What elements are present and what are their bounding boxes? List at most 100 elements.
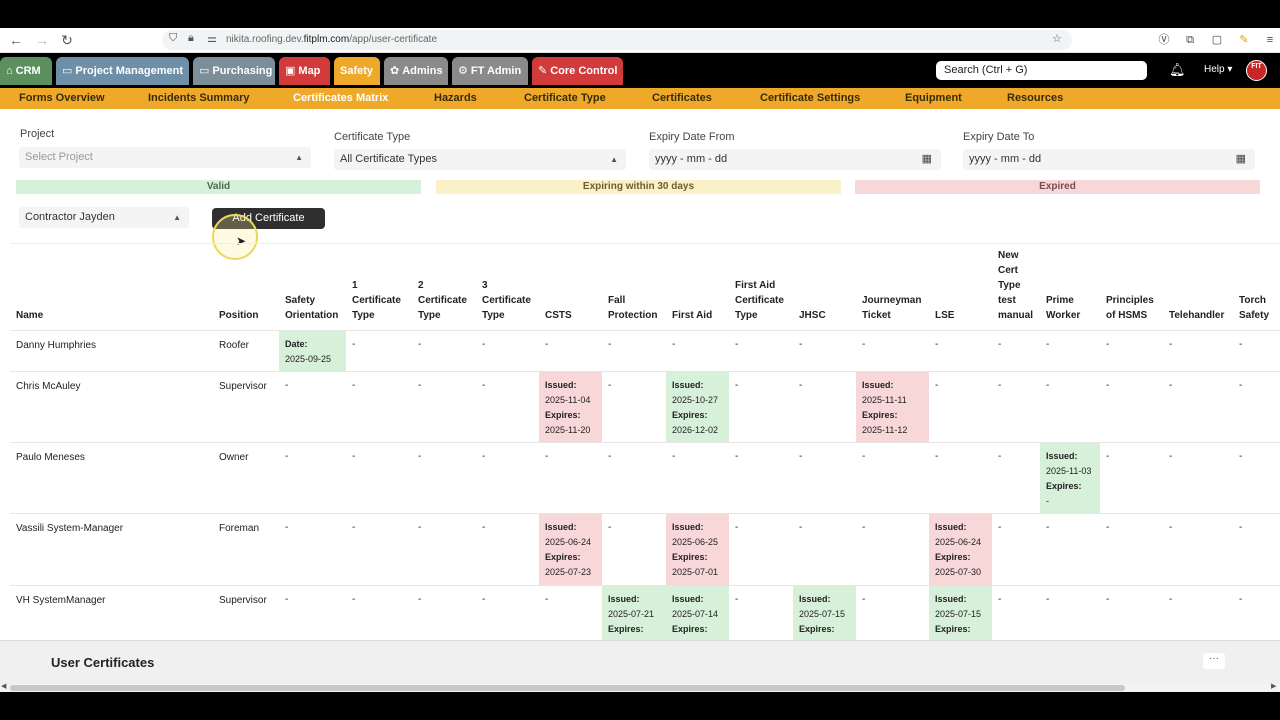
certificate-cell-empty[interactable]: -: [1233, 513, 1280, 586]
module-tab-ft-admin[interactable]: ⚙ FT Admin: [452, 57, 528, 85]
subnav-certificate-settings[interactable]: Certificate Settings: [760, 92, 860, 104]
subnav-certificate-type[interactable]: Certificate Type: [524, 92, 606, 104]
certificate-cell-empty[interactable]: -: [1040, 585, 1100, 640]
certificate-cell-empty[interactable]: -: [476, 371, 539, 443]
certificate-cell-expired[interactable]: Issued: 2025-06-25 Expires: 2025-07-01: [666, 513, 729, 586]
module-tab-purchasing[interactable]: ▭ Purchasing: [193, 57, 275, 85]
certificate-cell-empty[interactable]: -: [476, 442, 539, 514]
subnav-resources[interactable]: Resources: [1007, 92, 1063, 104]
extension-pen-icon[interactable]: ✎: [1237, 33, 1251, 47]
bookmark-star-icon[interactable]: ☆: [1052, 32, 1062, 45]
address-bar[interactable]: ⛉ 🔒︎ ⚌ nikita.roofing.dev.fitplm.com/app…: [162, 30, 1072, 50]
certificate-cell-empty[interactable]: -: [1163, 513, 1233, 586]
module-tab-core-control[interactable]: ✎ Core Control: [532, 57, 623, 85]
horizontal-scrollbar[interactable]: ◀ ▶: [0, 682, 1280, 692]
certificate-cell-empty[interactable]: -: [729, 371, 793, 443]
extension-puzzle-icon[interactable]: ⧉: [1183, 33, 1197, 47]
certificate-cell-empty[interactable]: -: [793, 442, 856, 514]
certificate-cell-empty[interactable]: -: [346, 442, 412, 514]
forward-icon[interactable]: →: [34, 32, 50, 48]
certificate-cell-empty[interactable]: -: [729, 585, 793, 640]
more-options-button[interactable]: ···: [1203, 653, 1225, 669]
certificate-cell-empty[interactable]: -: [729, 513, 793, 586]
expiry-to-input[interactable]: yyyy - mm - dd ▦: [963, 149, 1255, 170]
certificate-cell-empty[interactable]: -: [1040, 330, 1100, 372]
cert-type-select[interactable]: All Certificate Types ▲: [334, 149, 626, 170]
certificate-cell-empty[interactable]: -: [1100, 371, 1163, 443]
certificate-cell-valid[interactable]: Date: 2025-09-25: [279, 330, 346, 372]
certificate-cell-empty[interactable]: -: [412, 330, 476, 372]
certificate-cell-expired[interactable]: Issued: 2025-11-11 Expires: 2025-11-12: [856, 371, 929, 443]
back-icon[interactable]: ←: [8, 32, 24, 48]
extension-v-icon[interactable]: Ⓥ: [1157, 33, 1171, 47]
certificate-cell-valid[interactable]: Issued: 2025-11-03 Expires: -: [1040, 442, 1100, 514]
certificate-cell-empty[interactable]: -: [1100, 442, 1163, 514]
certificate-cell-empty[interactable]: -: [412, 442, 476, 514]
certificate-cell-empty[interactable]: -: [992, 330, 1040, 372]
certificate-cell-empty[interactable]: -: [279, 585, 346, 640]
certificate-cell-empty[interactable]: -: [602, 513, 666, 586]
certificate-cell-empty[interactable]: -: [1100, 330, 1163, 372]
certificate-cell-valid[interactable]: Issued: 2025-07-14 Expires:: [666, 585, 729, 640]
certificate-cell-empty[interactable]: -: [1040, 371, 1100, 443]
certificate-cell-empty[interactable]: -: [856, 330, 929, 372]
certificate-cell-empty[interactable]: -: [929, 330, 992, 372]
certificate-cell-empty[interactable]: -: [412, 371, 476, 443]
module-tab-admins[interactable]: ✿ Admins: [384, 57, 448, 85]
certificate-cell-empty[interactable]: -: [346, 585, 412, 640]
certificate-cell-valid[interactable]: Issued: 2025-07-15 Expires:: [793, 585, 856, 640]
certificate-cell-empty[interactable]: -: [1163, 371, 1233, 443]
certificate-cell-valid[interactable]: Issued: 2025-07-15 Expires:: [929, 585, 992, 640]
certificate-cell-empty[interactable]: -: [602, 371, 666, 443]
certificate-cell-empty[interactable]: -: [412, 585, 476, 640]
subnav-certificates[interactable]: Certificates: [652, 92, 712, 104]
certificate-cell-empty[interactable]: -: [279, 442, 346, 514]
certificate-cell-empty[interactable]: -: [1163, 585, 1233, 640]
scroll-right-icon[interactable]: ▶: [1271, 682, 1276, 690]
certificate-cell-empty[interactable]: -: [1163, 330, 1233, 372]
certificate-cell-empty[interactable]: -: [1163, 442, 1233, 514]
certificate-cell-empty[interactable]: -: [279, 513, 346, 586]
notifications-bell-icon[interactable]: 🔔︎: [1169, 62, 1186, 78]
module-tab-safety[interactable]: Safety: [334, 57, 380, 85]
scroll-left-icon[interactable]: ◀: [1, 682, 6, 690]
certificate-cell-empty[interactable]: -: [539, 442, 602, 514]
certificate-cell-empty[interactable]: -: [992, 513, 1040, 586]
project-select[interactable]: Select Project ▲: [19, 147, 311, 168]
certificate-cell-empty[interactable]: -: [929, 442, 992, 514]
site-settings-icon[interactable]: ⚌: [207, 32, 217, 45]
subnav-hazards[interactable]: Hazards: [434, 92, 477, 104]
certificate-cell-empty[interactable]: -: [1233, 585, 1280, 640]
module-tab-project-management[interactable]: ▭ Project Management: [56, 57, 189, 85]
certificate-cell-empty[interactable]: -: [476, 513, 539, 586]
certificate-cell-empty[interactable]: -: [476, 585, 539, 640]
certificate-cell-empty[interactable]: -: [856, 585, 929, 640]
certificate-cell-empty[interactable]: -: [412, 513, 476, 586]
subnav-certificates-matrix[interactable]: Certificates Matrix: [293, 92, 388, 104]
certificate-cell-empty[interactable]: -: [666, 442, 729, 514]
certificate-cell-empty[interactable]: -: [793, 513, 856, 586]
certificate-cell-empty[interactable]: -: [929, 371, 992, 443]
certificate-cell-empty[interactable]: -: [1100, 585, 1163, 640]
menu-icon[interactable]: ≡: [1263, 33, 1277, 47]
subnav-forms-overview[interactable]: Forms Overview: [19, 92, 105, 104]
certificate-cell-empty[interactable]: -: [856, 442, 929, 514]
certificate-cell-valid[interactable]: Issued: 2025-07-21 Expires:: [602, 585, 666, 640]
certificate-cell-valid[interactable]: Issued: 2025-10-27 Expires: 2026-12-02: [666, 371, 729, 443]
module-tab-crm[interactable]: ⌂ CRM: [0, 57, 52, 85]
certificate-cell-expired[interactable]: Issued: 2025-11-04 Expires: 2025-11-20: [539, 371, 602, 443]
certificate-cell-empty[interactable]: -: [992, 585, 1040, 640]
calendar-icon[interactable]: ▦: [922, 149, 932, 170]
certificate-cell-empty[interactable]: -: [1040, 513, 1100, 586]
certificate-cell-empty[interactable]: -: [346, 330, 412, 372]
certificate-cell-empty[interactable]: -: [729, 442, 793, 514]
certificate-cell-empty[interactable]: -: [856, 513, 929, 586]
certificate-cell-empty[interactable]: -: [1233, 330, 1280, 372]
certificate-cell-empty[interactable]: -: [1233, 442, 1280, 514]
contractor-select[interactable]: Contractor Jayden ▲: [19, 207, 189, 228]
subnav-equipment[interactable]: Equipment: [905, 92, 962, 104]
scrollbar-thumb[interactable]: [10, 685, 1125, 691]
certificate-cell-empty[interactable]: -: [346, 371, 412, 443]
certificate-cell-empty[interactable]: -: [992, 442, 1040, 514]
certificate-cell-empty[interactable]: -: [279, 371, 346, 443]
